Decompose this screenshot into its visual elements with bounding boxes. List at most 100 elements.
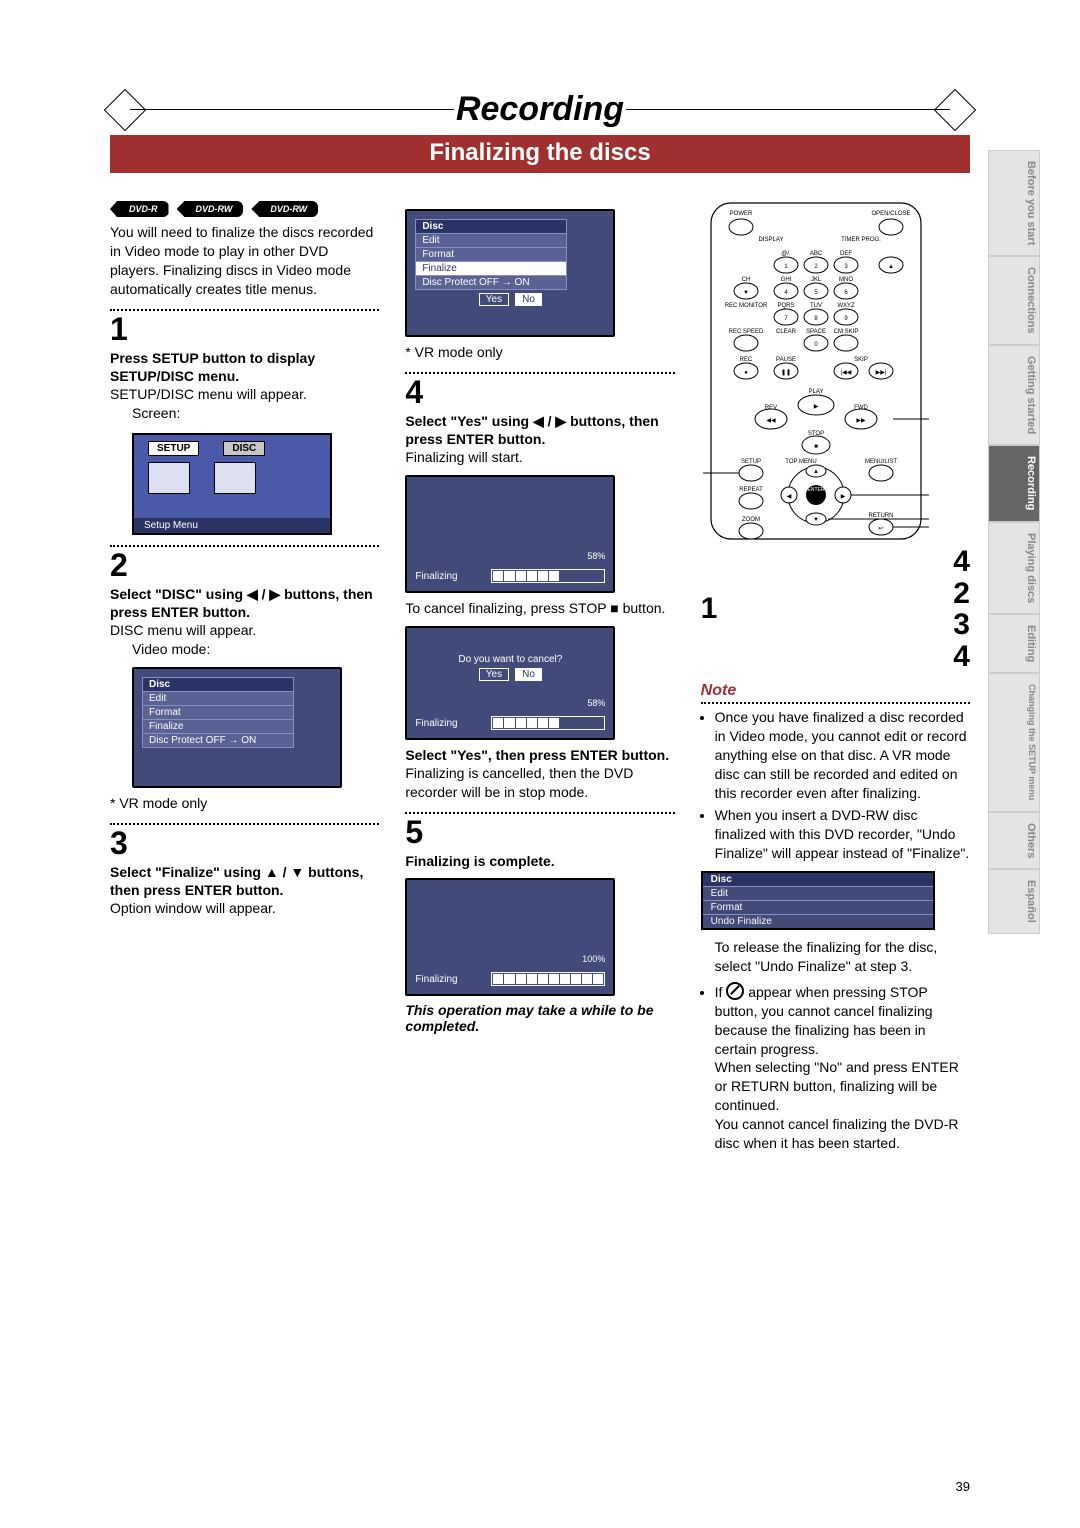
svg-text:DISPLAY: DISPLAY xyxy=(758,237,783,243)
disc-icon xyxy=(214,462,256,494)
step-number-2: 2 xyxy=(110,549,379,581)
progress-label: Finalizing xyxy=(415,718,457,729)
progress-percent: 100% xyxy=(415,954,605,964)
progress-label: Finalizing xyxy=(415,571,457,582)
section-subtitle: Finalizing the discs xyxy=(110,135,970,173)
page-number: 39 xyxy=(956,1479,970,1494)
format-badge-dvdrw-vr: VRDVD-RW xyxy=(251,201,318,217)
svg-text:REC: REC xyxy=(739,357,752,363)
callout-right-4b: 4 xyxy=(953,641,970,673)
tab-espanol[interactable]: Español xyxy=(988,869,1040,934)
svg-text:@/.: @/. xyxy=(781,251,791,257)
step-number-1: 1 xyxy=(110,313,379,345)
setup-footer-label: Setup Menu xyxy=(134,518,330,533)
divider xyxy=(110,823,379,825)
rule-right xyxy=(626,109,950,110)
svg-text:▼: ▼ xyxy=(743,290,749,296)
callout-right-3: 3 xyxy=(953,609,970,641)
tab-playing-discs[interactable]: Playing discs xyxy=(988,522,1040,614)
chapter-tabs: Before you start Connections Getting sta… xyxy=(988,150,1040,934)
step1-screen-label: Screen: xyxy=(132,404,379,423)
undo-finalize-menu: Disc Edit Format Undo Finalize xyxy=(701,871,935,930)
cancel-prompt-screen: Do you want to cancel? YesNo 58% Finaliz… xyxy=(405,626,615,740)
svg-text:PLAY: PLAY xyxy=(808,389,823,395)
svg-text:REPEAT: REPEAT xyxy=(739,487,763,493)
svg-text:CH: CH xyxy=(741,277,750,283)
remote-control-illustration: POWER OPEN/CLOSE DISPLAY TIMER PROG. @/.… xyxy=(701,201,931,541)
finalizing-progress-screen: 58% Finalizing xyxy=(405,475,615,593)
note-bullet: When you insert a DVD-RW disc finalized … xyxy=(715,806,970,863)
menu-item: Format xyxy=(703,900,933,914)
divider xyxy=(405,812,674,814)
yes-no-prompt: YesNo xyxy=(415,669,605,680)
step2-text: DISC menu will appear. xyxy=(110,621,379,640)
tab-recording[interactable]: Recording xyxy=(988,445,1040,521)
svg-text:↩: ↩ xyxy=(878,526,883,532)
note-bullet: Once you have finalized a disc recorded … xyxy=(715,708,970,802)
svg-text:▲: ▲ xyxy=(813,469,819,475)
svg-text:WXYZ: WXYZ xyxy=(837,303,855,309)
svg-text:MNO: MNO xyxy=(839,277,853,283)
menu-header: Disc xyxy=(143,678,293,691)
progress-bar xyxy=(491,569,605,583)
svg-text:JKL: JKL xyxy=(810,277,821,283)
tab-changing-setup[interactable]: Changing the SETUP menu xyxy=(988,673,1040,811)
page-title: Recording xyxy=(456,90,624,129)
format-badge-dvdrw-video: VideoDVD-RW xyxy=(177,201,244,217)
step4-text: Finalizing will start. xyxy=(405,448,674,467)
svg-text:●: ● xyxy=(744,370,748,376)
svg-text:SKIP: SKIP xyxy=(854,357,868,363)
progress-bar xyxy=(491,972,605,986)
menu-item: Disc Protect OFF → ON xyxy=(143,733,293,747)
menu-header: Disc xyxy=(416,220,566,233)
svg-text:TUV: TUV xyxy=(810,303,822,309)
step-number-3: 3 xyxy=(110,827,379,859)
svg-text:TIMER PROG.: TIMER PROG. xyxy=(841,237,881,243)
step-number-4: 4 xyxy=(405,376,674,408)
divider xyxy=(110,309,379,311)
tab-editing[interactable]: Editing xyxy=(988,614,1040,673)
tab-connections[interactable]: Connections xyxy=(988,256,1040,345)
svg-text:▶: ▶ xyxy=(813,404,818,410)
step1-text: SETUP/DISC menu will appear. xyxy=(110,385,379,404)
prohibit-icon xyxy=(726,982,744,1000)
step3-heading: Select "Finalize" using ▲ / ▼ buttons, t… xyxy=(110,863,379,899)
menu-item: Finalize xyxy=(143,719,293,733)
cancel-instruction: To cancel finalizing, press STOP ■ butto… xyxy=(405,599,674,618)
step-number-5: 5 xyxy=(405,816,674,848)
setup-icon xyxy=(148,462,190,494)
setup-screen-illustration: SETUP DISC Setup Menu xyxy=(132,433,332,535)
svg-text:RETURN: RETURN xyxy=(868,513,893,519)
svg-text:▼: ▼ xyxy=(813,517,819,523)
svg-text:PAUSE: PAUSE xyxy=(776,357,796,363)
tab-others[interactable]: Others xyxy=(988,812,1040,869)
svg-text:◀◀: ◀◀ xyxy=(766,418,776,424)
cancel-result-text: Finalizing is cancelled, then the DVD re… xyxy=(405,764,674,802)
svg-text:◀: ◀ xyxy=(786,494,791,500)
tab-before-you-start[interactable]: Before you start xyxy=(988,150,1040,256)
svg-text:GHI: GHI xyxy=(780,277,791,283)
step1-heading: Press SETUP button to display SETUP/DISC… xyxy=(110,349,379,385)
progress-label: Finalizing xyxy=(415,974,457,985)
note-bullet: If appear when pressing STOP button, you… xyxy=(715,982,970,1153)
step2-heading: Select "DISC" using ◀ / ▶ buttons, then … xyxy=(110,585,379,621)
callout-right-2: 2 xyxy=(953,578,970,610)
svg-text:POWER: POWER xyxy=(729,211,752,217)
callout-left: 1 xyxy=(701,592,718,626)
step3-text: Option window will appear. xyxy=(110,899,379,918)
progress-percent: 58% xyxy=(415,551,605,561)
svg-text:ABC: ABC xyxy=(809,251,822,257)
svg-text:REC SPEED: REC SPEED xyxy=(728,329,763,335)
step5-heading: Finalizing is complete. xyxy=(405,852,674,870)
menu-item: Format xyxy=(416,247,566,261)
intro-paragraph: You will need to finalize the discs reco… xyxy=(110,223,379,299)
svg-text:SPACE: SPACE xyxy=(806,329,826,335)
menu-item: Edit xyxy=(143,691,293,705)
vr-mode-note: * VR mode only xyxy=(405,343,674,362)
cancel-prompt-text: Do you want to cancel? xyxy=(415,654,605,665)
note-heading: Note xyxy=(701,682,970,704)
svg-text:■: ■ xyxy=(814,444,818,450)
tab-getting-started[interactable]: Getting started xyxy=(988,345,1040,445)
rule-left xyxy=(130,109,454,110)
svg-text:PQRS: PQRS xyxy=(777,303,794,309)
